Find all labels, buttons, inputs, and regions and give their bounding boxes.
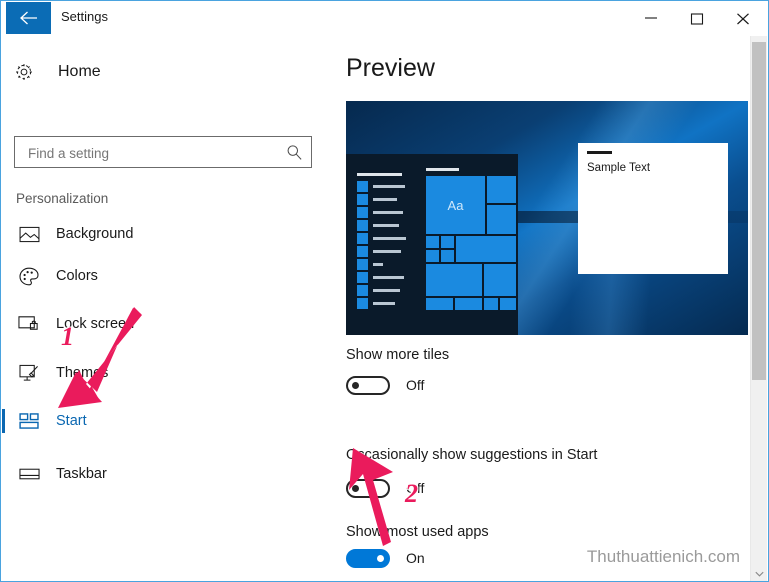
app-list-item <box>357 181 417 192</box>
app-list-item <box>357 194 417 205</box>
search-box[interactable] <box>14 136 312 169</box>
sidebar-item-taskbar[interactable]: Taskbar <box>2 454 343 494</box>
app-list-item <box>357 285 417 296</box>
content-pane: Preview Aa Sample Text Show more tiles O… <box>343 36 751 581</box>
tile-wide <box>456 236 516 262</box>
tile-sample-text: Aa <box>447 198 464 213</box>
toggle-state-show-more-tiles: Off <box>406 377 425 393</box>
toggle-most-used-apps[interactable] <box>346 549 390 568</box>
sidebar-item-themes-label: Themes <box>56 365 109 381</box>
vertical-scrollbar[interactable] <box>750 36 767 581</box>
sidebar-item-background[interactable]: Background <box>2 214 343 254</box>
watermark: Thuthuattienich.com <box>586 547 740 566</box>
tile-tiny <box>426 236 439 248</box>
tile-tiny <box>426 250 439 262</box>
toggle-state-show-suggestions: Off <box>406 480 425 496</box>
app-list-item <box>357 259 417 270</box>
sample-window-mock: Sample Text <box>578 143 728 274</box>
app-list-item <box>357 220 417 231</box>
sample-window-title-bar <box>587 151 612 154</box>
tile-tiny <box>441 236 454 248</box>
tiles-icon <box>16 410 42 432</box>
lock-screen-icon <box>16 313 42 335</box>
tile-medium <box>426 264 482 296</box>
back-button[interactable] <box>6 2 51 34</box>
page-title: Preview <box>346 54 435 82</box>
search-icon <box>286 144 303 166</box>
sidebar-item-colors-label: Colors <box>56 268 98 284</box>
gear-icon <box>14 62 44 82</box>
title-bar: Settings <box>1 1 768 35</box>
sidebar-item-colors[interactable]: Colors <box>2 256 343 296</box>
toggle-show-more-tiles[interactable] <box>346 376 390 395</box>
tile-tiny <box>484 298 498 310</box>
search-input[interactable] <box>26 137 280 169</box>
tile-group-header <box>426 168 459 171</box>
app-list-mock <box>357 173 417 311</box>
sidebar-item-home[interactable]: Home <box>14 56 101 88</box>
sample-window-text: Sample Text <box>587 162 651 174</box>
sidebar-item-taskbar-label: Taskbar <box>56 466 107 482</box>
settings-window: Settings Home Find a setting Personaliza… <box>0 0 769 582</box>
app-list-item <box>357 298 417 309</box>
scrollbar-thumb[interactable] <box>752 42 766 380</box>
sidebar-item-themes[interactable]: Themes <box>2 353 343 393</box>
close-button[interactable] <box>721 2 767 33</box>
toggle-state-most-used-apps: On <box>406 550 425 566</box>
sidebar-section-title: Personalization <box>16 191 109 206</box>
chevron-down-icon <box>754 571 764 577</box>
app-list-item <box>357 272 417 283</box>
app-list-item <box>357 233 417 244</box>
close-icon <box>737 13 749 25</box>
sidebar-item-lock-screen[interactable]: Lock screen <box>2 304 343 344</box>
sidebar-item-lock-screen-label: Lock screen <box>56 316 135 332</box>
minimize-icon <box>645 17 657 19</box>
sidebar-item-start[interactable]: Start <box>2 401 343 441</box>
tile-small <box>487 176 516 203</box>
sidebar-item-start-label: Start <box>56 413 87 429</box>
sidebar: Home Personalization <box>2 36 343 581</box>
sidebar-item-home-label: Home <box>58 63 101 80</box>
app-list-item <box>357 246 417 257</box>
brush-icon <box>16 362 42 384</box>
tile-grid-mock: Aa <box>426 168 516 314</box>
sidebar-item-background-label: Background <box>56 226 134 242</box>
start-menu-mock: Aa <box>346 154 518 335</box>
setting-label-show-suggestions: Occasionally show suggestions in Start <box>346 447 598 463</box>
maximize-button[interactable] <box>675 2 721 33</box>
app-list-header-bar <box>357 173 402 176</box>
tile-tiny <box>441 250 454 262</box>
tile-tiny <box>455 298 482 310</box>
tile-small <box>487 205 516 234</box>
maximize-icon <box>690 13 704 25</box>
tile-tiny <box>426 298 453 310</box>
palette-icon <box>16 265 42 287</box>
tile-small <box>484 264 516 296</box>
scroll-down-button[interactable] <box>751 565 767 581</box>
picture-icon <box>16 223 42 245</box>
back-arrow-icon <box>20 11 37 25</box>
start-menu-preview: Aa Sample Text <box>346 101 748 335</box>
setting-label-show-more-tiles: Show more tiles <box>346 347 450 363</box>
setting-label-most-used-apps: Show most used apps <box>346 524 489 540</box>
app-list-item <box>357 207 417 218</box>
tile-tiny <box>500 298 516 310</box>
taskbar-icon <box>16 463 42 485</box>
toggle-show-suggestions[interactable] <box>346 479 390 498</box>
window-title: Settings <box>61 9 108 24</box>
minimize-button[interactable] <box>629 2 675 33</box>
